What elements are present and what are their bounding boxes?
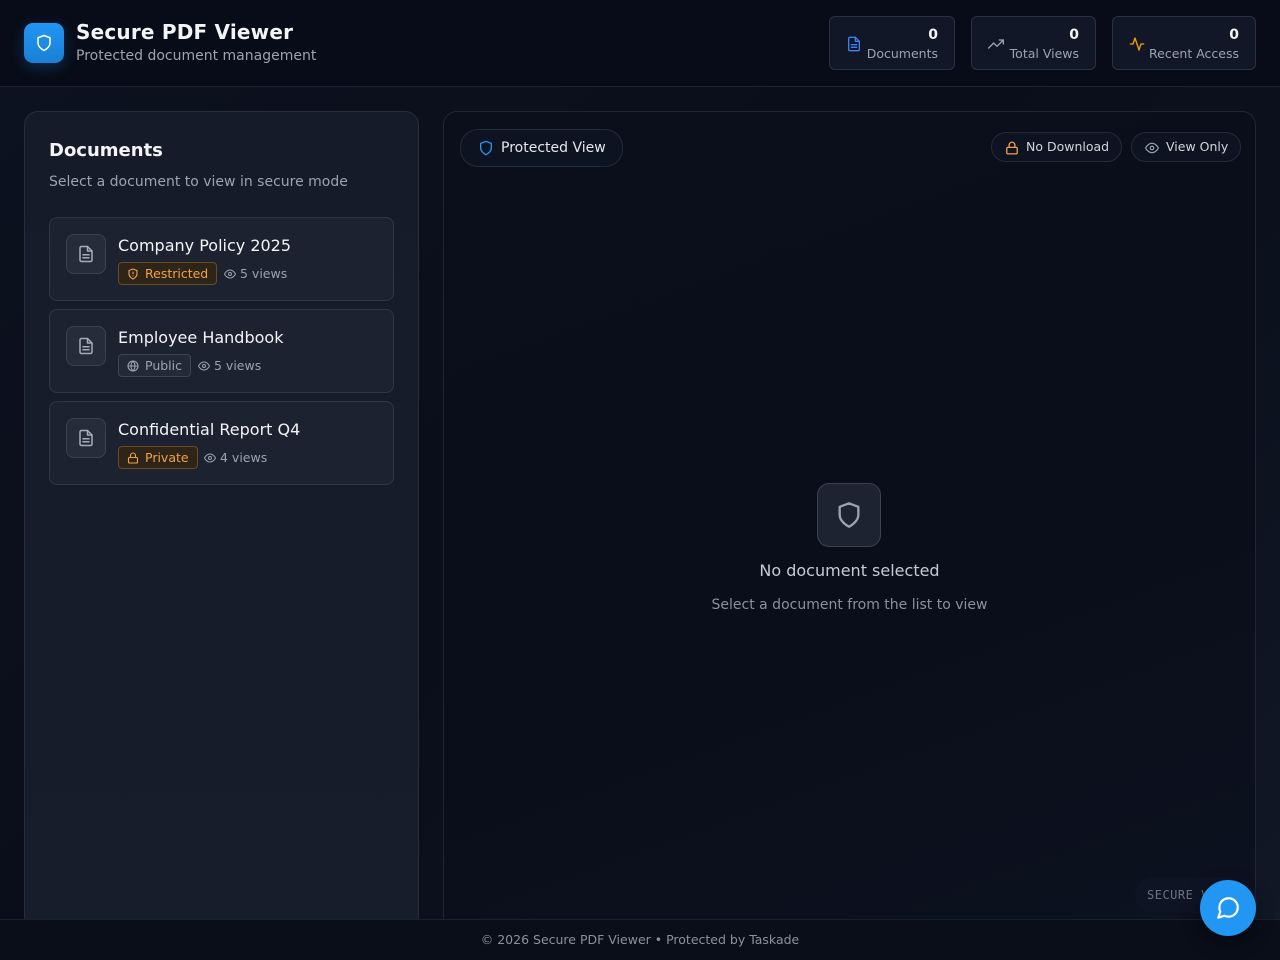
stat-recent-access-label: Recent Access (1149, 46, 1239, 61)
file-text-icon (79, 337, 93, 355)
access-badge: Private (118, 446, 198, 469)
view-count: 5 views (224, 266, 287, 281)
file-text-icon (79, 429, 93, 447)
eye-icon (224, 269, 236, 279)
access-badge-label: Private (145, 450, 189, 465)
view-count: 4 views (204, 450, 267, 465)
stat-documents: 0 Documents (829, 16, 955, 70)
view-count: 5 views (198, 358, 261, 373)
lock-icon (1006, 141, 1018, 155)
trending-up-icon (988, 39, 1004, 49)
protected-view-badge: Protected View (460, 129, 623, 167)
eye-icon (204, 453, 216, 463)
document-name: Confidential Report Q4 (118, 420, 301, 439)
message-circle-icon (1217, 897, 1239, 919)
globe-icon (127, 360, 139, 372)
page-footer: © 2026 Secure PDF Viewer • Protected by … (0, 919, 1280, 960)
activity-icon (1129, 37, 1145, 51)
protected-view-label: Protected View (501, 140, 606, 156)
app-logo (24, 23, 64, 63)
eye-icon (1145, 142, 1159, 154)
access-badge: Public (118, 354, 191, 377)
no-download-label: No Download (1026, 139, 1110, 154)
view-count-label: 4 views (220, 450, 268, 465)
app-title: Secure PDF Viewer (76, 20, 294, 44)
access-badge-label: Public (145, 358, 182, 373)
stat-recent-access-value: 0 (1229, 27, 1239, 43)
stat-total-views-value: 0 (1069, 27, 1079, 43)
stat-total-views-label: Total Views (1009, 46, 1079, 61)
document-item[interactable]: Employee Handbook Public 5 views (49, 309, 394, 393)
shield-icon (838, 502, 860, 528)
view-only-label: View Only (1166, 139, 1229, 154)
stat-documents-value: 0 (928, 27, 938, 43)
document-item[interactable]: Confidential Report Q4 Private 4 views (49, 401, 394, 485)
empty-state-title: No document selected (759, 561, 940, 580)
documents-description: Select a document to view in secure mode (49, 174, 348, 190)
shield-icon (37, 34, 51, 52)
no-download-badge: No Download (991, 132, 1123, 162)
document-thumb (66, 234, 106, 274)
app-header: Secure PDF Viewer Protected document man… (0, 0, 1280, 87)
view-only-badge: View Only (1131, 132, 1242, 162)
empty-state-subtitle: Select a document from the list to view (711, 597, 988, 613)
file-text-icon (79, 245, 93, 263)
view-count-label: 5 views (240, 266, 288, 281)
document-viewer: Protected View No Download View Only No … (443, 111, 1256, 931)
access-badge-label: Restricted (145, 266, 209, 281)
eye-icon (198, 361, 210, 371)
chat-button[interactable] (1200, 880, 1256, 936)
shield-icon (480, 140, 492, 156)
document-name: Company Policy 2025 (118, 236, 292, 255)
lock-icon (127, 452, 139, 464)
documents-title: Documents (49, 140, 163, 161)
documents-panel: Documents Select a document to view in s… (24, 111, 419, 931)
document-name: Employee Handbook (118, 328, 284, 347)
empty-state-icon (817, 483, 881, 547)
document-thumb (66, 326, 106, 366)
stat-documents-label: Documents (866, 46, 938, 61)
file-text-icon (848, 36, 860, 52)
stat-total-views: 0 Total Views (971, 16, 1096, 70)
shield-alert-icon (128, 268, 138, 280)
document-item[interactable]: Company Policy 2025 Restricted 5 views (49, 217, 394, 301)
app-subtitle: Protected document management (76, 48, 317, 64)
stat-recent-access: 0 Recent Access (1112, 16, 1256, 70)
view-count-label: 5 views (214, 358, 262, 373)
access-badge: Restricted (118, 262, 218, 285)
document-thumb (66, 418, 106, 458)
